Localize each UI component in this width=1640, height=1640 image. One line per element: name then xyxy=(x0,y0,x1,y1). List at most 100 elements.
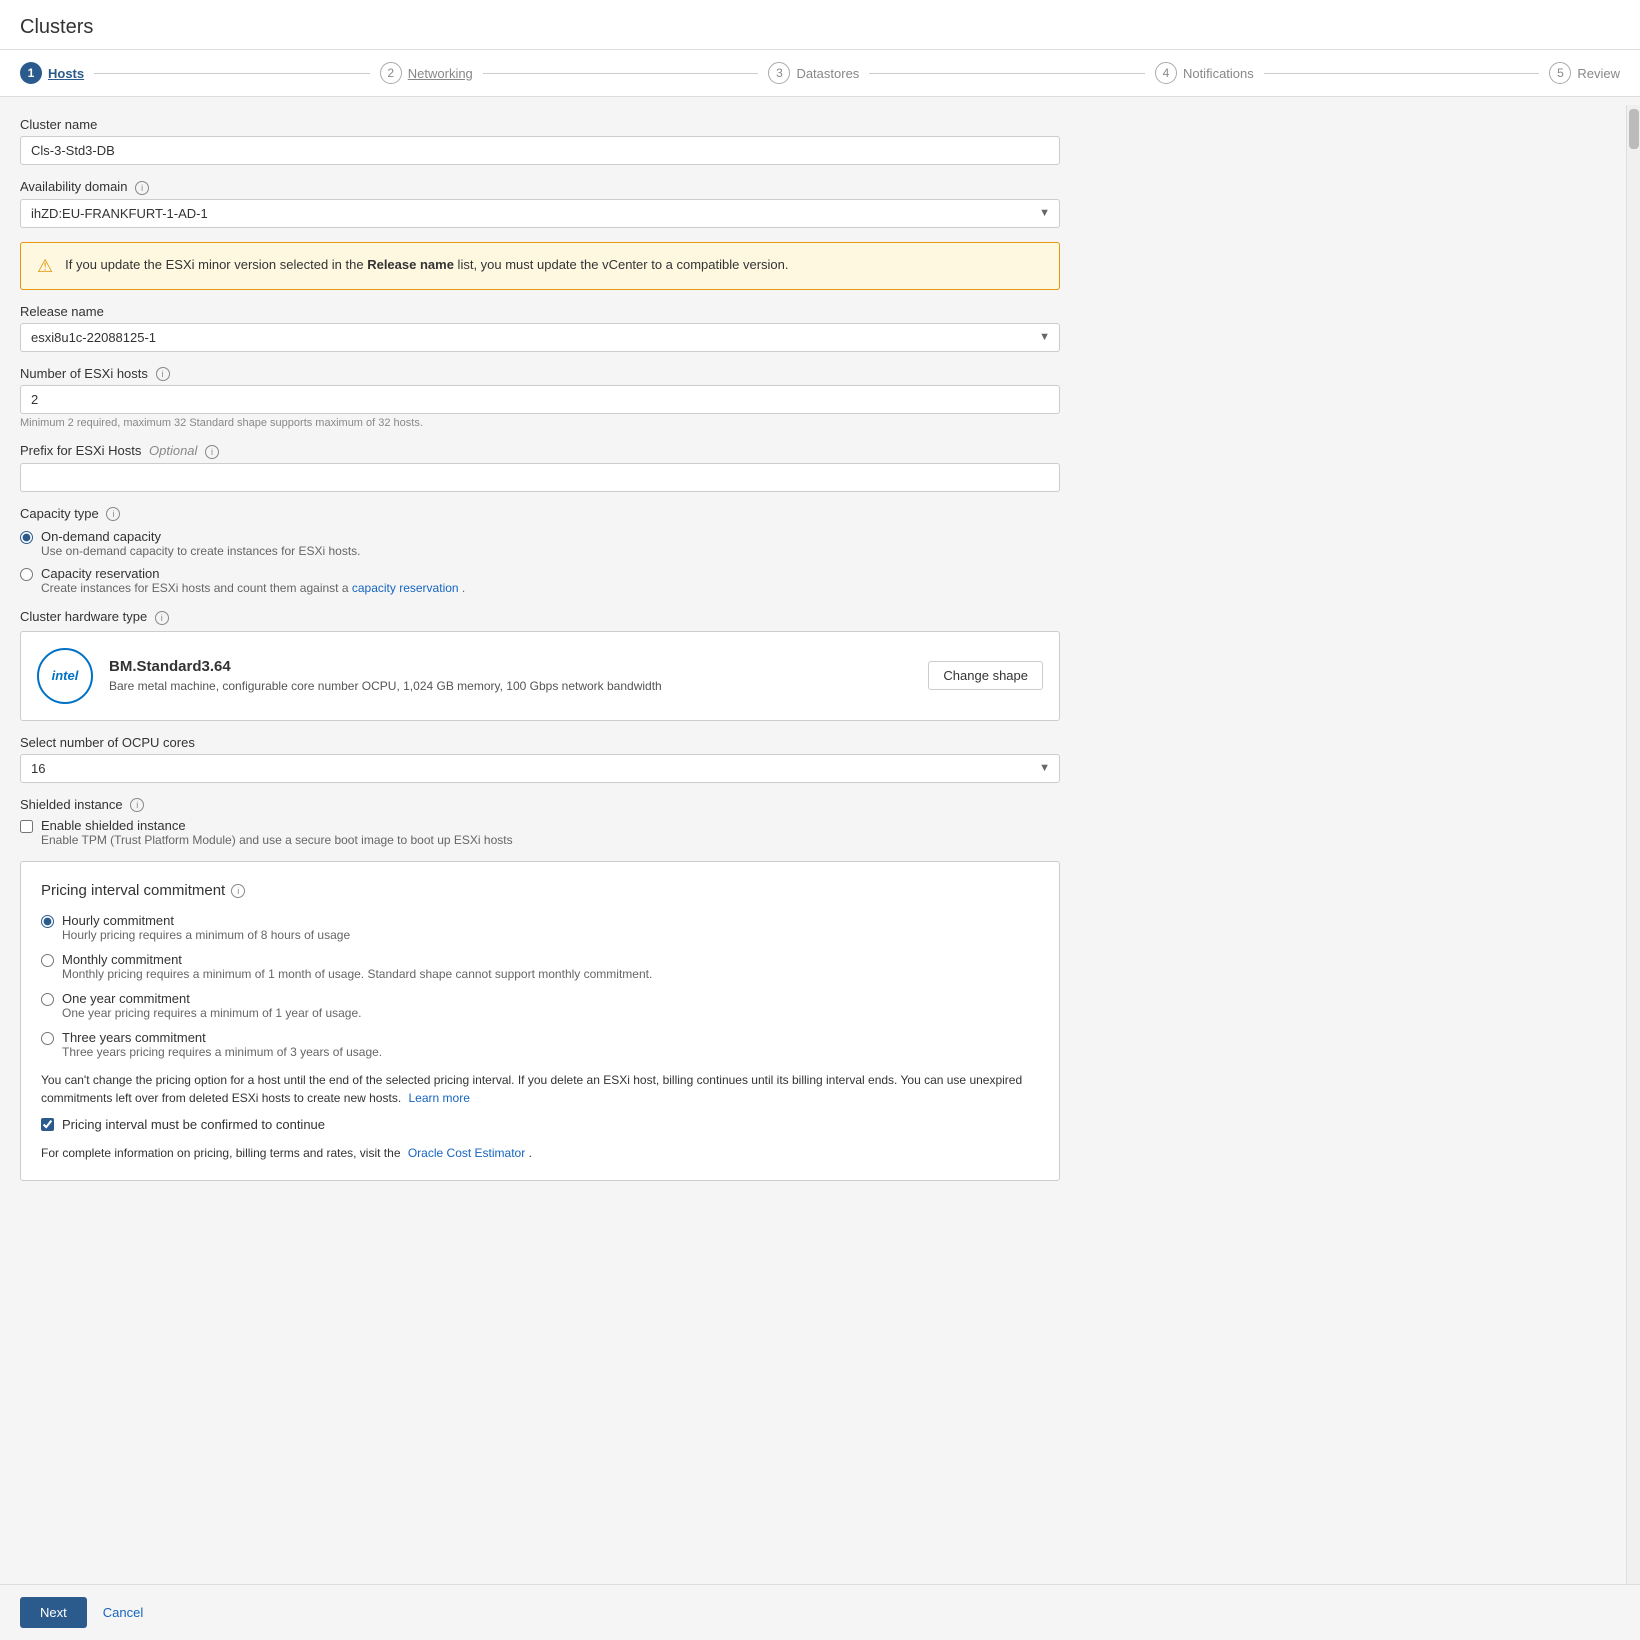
pricing-hourly-option: Hourly commitment Hourly pricing require… xyxy=(41,913,1039,942)
pricing-hourly-radio[interactable] xyxy=(41,915,54,928)
capacity-reservation-label[interactable]: Capacity reservation Create instances fo… xyxy=(41,566,465,595)
wizard-step-3[interactable]: 3 Datastores xyxy=(768,62,859,84)
page-title: Clusters xyxy=(20,16,1620,39)
pricing-hourly-label[interactable]: Hourly commitment Hourly pricing require… xyxy=(62,913,350,942)
pricing-three-year-option: Three years commitment Three years prici… xyxy=(41,1030,1039,1059)
hardware-box: intel BM.Standard3.64 Bare metal machine… xyxy=(20,631,1060,721)
pricing-one-year-radio[interactable] xyxy=(41,993,54,1006)
step-2-circle: 2 xyxy=(380,62,402,84)
pricing-section-title: Pricing interval commitment i xyxy=(41,882,1039,899)
pricing-one-year-label[interactable]: One year commitment One year pricing req… xyxy=(62,991,361,1020)
warning-text: If you update the ESXi minor version sel… xyxy=(65,255,788,275)
pricing-note: You can't change the pricing option for … xyxy=(41,1071,1039,1107)
warning-box: ⚠ If you update the ESXi minor version s… xyxy=(20,242,1060,290)
learn-more-link[interactable]: Learn more xyxy=(409,1091,470,1105)
prefix-label: Prefix for ESXi Hosts Optional i xyxy=(20,443,1060,459)
pricing-info-icon[interactable]: i xyxy=(231,884,245,898)
step-1-label[interactable]: Hosts xyxy=(48,66,84,81)
wizard-step-4[interactable]: 4 Notifications xyxy=(1155,62,1254,84)
pricing-three-year-label[interactable]: Three years commitment Three years prici… xyxy=(62,1030,382,1059)
pricing-section: Pricing interval commitment i Hourly com… xyxy=(20,861,1060,1181)
esxi-hosts-hint: Minimum 2 required, maximum 32 Standard … xyxy=(20,417,1060,429)
shielded-instance-group: Shielded instance i Enable shielded inst… xyxy=(20,797,1060,848)
step-4-circle: 4 xyxy=(1155,62,1177,84)
wizard-step-5[interactable]: 5 Review xyxy=(1549,62,1620,84)
step-3-label[interactable]: Datastores xyxy=(796,66,859,81)
hardware-type-label: Cluster hardware type i xyxy=(20,609,1060,625)
prefix-info-icon[interactable]: i xyxy=(205,445,219,459)
change-shape-button[interactable]: Change shape xyxy=(928,661,1043,690)
capacity-type-group: Capacity type i On-demand capacity Use o… xyxy=(20,506,1060,596)
scrollbar-area[interactable] xyxy=(1626,105,1640,1537)
oracle-cost-link[interactable]: Oracle Cost Estimator xyxy=(408,1146,525,1160)
availability-domain-select-wrapper: ihZD:EU-FRANKFURT-1-AD-1 ▼ xyxy=(20,199,1060,228)
hardware-type-group: Cluster hardware type i intel BM.Standar… xyxy=(20,609,1060,721)
shielded-checkbox[interactable] xyxy=(20,820,33,833)
footer-bar: Next Cancel xyxy=(0,1584,1640,1640)
wizard-step-1[interactable]: 1 Hosts xyxy=(20,62,84,84)
pricing-confirm-item: Pricing interval must be confirmed to co… xyxy=(41,1117,1039,1132)
hardware-details: BM.Standard3.64 Bare metal machine, conf… xyxy=(109,658,662,693)
esxi-hosts-input[interactable] xyxy=(20,385,1060,414)
cluster-name-label: Cluster name xyxy=(20,117,1060,132)
capacity-on-demand-option: On-demand capacity Use on-demand capacit… xyxy=(20,529,1060,558)
availability-domain-label: Availability domain i xyxy=(20,179,1060,195)
step-4-label[interactable]: Notifications xyxy=(1183,66,1254,81)
availability-domain-select[interactable]: ihZD:EU-FRANKFURT-1-AD-1 xyxy=(20,199,1060,228)
release-name-select[interactable]: esxi8u1c-22088125-1 xyxy=(20,323,1060,352)
pricing-monthly-label[interactable]: Monthly commitment Monthly pricing requi… xyxy=(62,952,652,981)
step-1-circle: 1 xyxy=(20,62,42,84)
release-name-label: Release name xyxy=(20,304,1060,319)
ocpu-cores-select[interactable]: 16 xyxy=(20,754,1060,783)
capacity-type-label: Capacity type i xyxy=(20,506,1060,522)
pricing-monthly-radio[interactable] xyxy=(41,954,54,967)
step-2-label[interactable]: Networking xyxy=(408,66,473,81)
shielded-checkbox-label[interactable]: Enable shielded instance Enable TPM (Tru… xyxy=(41,818,513,847)
step-line-4 xyxy=(1264,73,1540,74)
pricing-confirm-label[interactable]: Pricing interval must be confirmed to co… xyxy=(62,1117,325,1132)
ocpu-cores-group: Select number of OCPU cores 16 ▼ xyxy=(20,735,1060,783)
step-5-label[interactable]: Review xyxy=(1577,66,1620,81)
step-line-3 xyxy=(869,73,1145,74)
pricing-three-year-radio[interactable] xyxy=(41,1032,54,1045)
capacity-on-demand-label[interactable]: On-demand capacity Use on-demand capacit… xyxy=(41,529,361,558)
capacity-on-demand-radio[interactable] xyxy=(20,531,33,544)
release-name-group: Release name esxi8u1c-22088125-1 ▼ xyxy=(20,304,1060,352)
capacity-reservation-link[interactable]: capacity reservation xyxy=(352,581,459,595)
capacity-reservation-option: Capacity reservation Create instances fo… xyxy=(20,566,1060,595)
hardware-name: BM.Standard3.64 xyxy=(109,658,662,675)
availability-domain-info-icon[interactable]: i xyxy=(135,181,149,195)
shielded-info-icon[interactable]: i xyxy=(130,798,144,812)
hardware-type-info-icon[interactable]: i xyxy=(155,611,169,625)
availability-domain-group: Availability domain i ihZD:EU-FRANKFURT-… xyxy=(20,179,1060,228)
cluster-name-input[interactable] xyxy=(20,136,1060,165)
step-line-2 xyxy=(483,73,759,74)
hardware-info: intel BM.Standard3.64 Bare metal machine… xyxy=(37,648,662,704)
prefix-group: Prefix for ESXi Hosts Optional i xyxy=(20,443,1060,492)
capacity-reservation-radio[interactable] xyxy=(20,568,33,581)
ocpu-select-wrapper: 16 ▼ xyxy=(20,754,1060,783)
intel-logo: intel xyxy=(37,648,93,704)
esxi-hosts-label: Number of ESXi hosts i xyxy=(20,366,1060,382)
capacity-type-info-icon[interactable]: i xyxy=(106,507,120,521)
pricing-confirm-checkbox[interactable] xyxy=(41,1118,54,1131)
ocpu-cores-label: Select number of OCPU cores xyxy=(20,735,1060,750)
main-content: Cluster name Availability domain i ihZD:… xyxy=(0,97,1640,1537)
step-line-1 xyxy=(94,73,370,74)
wizard-nav: 1 Hosts 2 Networking 3 Datastores 4 Noti… xyxy=(0,50,1640,97)
step-5-circle: 5 xyxy=(1549,62,1571,84)
cluster-name-group: Cluster name xyxy=(20,117,1060,165)
page-header: Clusters xyxy=(0,0,1640,50)
oracle-cost-text: For complete information on pricing, bil… xyxy=(41,1146,1039,1160)
scrollbar-thumb[interactable] xyxy=(1629,109,1639,149)
pricing-monthly-option: Monthly commitment Monthly pricing requi… xyxy=(41,952,1039,981)
cancel-button[interactable]: Cancel xyxy=(99,1597,147,1628)
pricing-one-year-option: One year commitment One year pricing req… xyxy=(41,991,1039,1020)
shielded-instance-label: Shielded instance i xyxy=(20,797,1060,813)
next-button[interactable]: Next xyxy=(20,1597,87,1628)
shielded-checkbox-item: Enable shielded instance Enable TPM (Tru… xyxy=(20,818,1060,847)
prefix-input[interactable] xyxy=(20,463,1060,492)
esxi-hosts-info-icon[interactable]: i xyxy=(156,367,170,381)
wizard-step-2[interactable]: 2 Networking xyxy=(380,62,473,84)
step-3-circle: 3 xyxy=(768,62,790,84)
